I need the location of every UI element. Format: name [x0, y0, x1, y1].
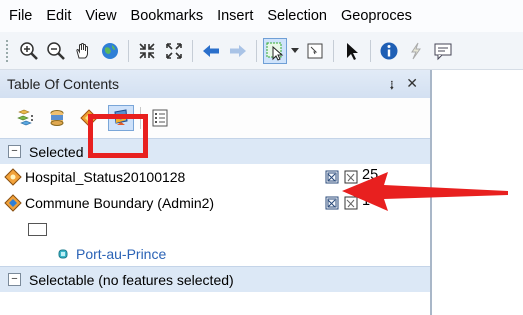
hyperlink-icon[interactable]	[404, 38, 428, 64]
layer-name: Hospital_Status20100128	[25, 169, 186, 185]
menu-edit[interactable]: Edit	[39, 8, 78, 24]
point-symbol-icon	[58, 249, 68, 259]
clear-selection-icon[interactable]	[303, 38, 327, 64]
toolbar-separator	[333, 39, 334, 62]
toc-title-bar: Table Of Contents ⭭ ✕	[0, 70, 430, 98]
fixed-zoom-out-icon[interactable]	[162, 38, 186, 64]
toolbar-separator	[128, 39, 129, 62]
point-layer-icon	[4, 168, 22, 186]
polygon-symbol-swatch[interactable]	[28, 223, 47, 236]
menu-insert[interactable]: Insert	[210, 8, 260, 24]
menu-view[interactable]: View	[78, 8, 123, 24]
pin-icon[interactable]: ⭭	[389, 75, 394, 99]
toolbar-separator	[192, 39, 193, 62]
group-selectable[interactable]: − Selectable (no features selected)	[0, 266, 430, 292]
list-by-drawing-order-icon[interactable]	[12, 105, 38, 131]
selectable-toggle-icon[interactable]	[325, 196, 339, 210]
polygon-layer-icon	[4, 194, 22, 212]
selectable-toggle-icon[interactable]	[325, 170, 339, 184]
menu-bar: File Edit View Bookmarks Insert Selectio…	[0, 0, 523, 32]
collapse-icon[interactable]: −	[8, 273, 21, 286]
legend-row	[0, 216, 430, 242]
collapse-icon[interactable]: −	[8, 145, 21, 158]
toc-title: Table Of Contents	[7, 76, 120, 92]
menu-bookmarks[interactable]: Bookmarks	[124, 8, 211, 24]
options-icon[interactable]	[147, 105, 173, 131]
html-popup-icon[interactable]	[431, 38, 455, 64]
sublayer-row[interactable]: Port-au-Prince	[0, 242, 430, 266]
fixed-zoom-in-icon[interactable]	[135, 38, 159, 64]
menu-selection[interactable]: Selection	[260, 8, 334, 24]
zoom-out-icon[interactable]	[44, 38, 68, 64]
close-icon[interactable]: ✕	[406, 75, 418, 99]
back-arrow-icon[interactable]	[199, 38, 223, 64]
toolbar-separator	[256, 39, 257, 62]
globe-full-extent-icon[interactable]	[98, 38, 122, 64]
group-label: Selected	[29, 143, 84, 160]
red-arrow-annotation	[342, 172, 508, 211]
zoom-in-icon[interactable]	[17, 38, 41, 64]
pan-hand-icon[interactable]	[71, 38, 95, 64]
chevron-down-icon[interactable]	[290, 38, 300, 64]
toc-toolbar	[0, 98, 430, 138]
menu-file[interactable]: File	[0, 8, 39, 24]
group-selected[interactable]: − Selected	[0, 138, 430, 164]
list-by-source-icon[interactable]	[44, 105, 70, 131]
menu-geoprocessing[interactable]: Geoproces	[334, 8, 419, 24]
sublayer-label: Port-au-Prince	[76, 246, 167, 262]
tools-toolbar	[0, 32, 523, 70]
forward-arrow-icon[interactable]	[226, 38, 250, 64]
select-features-icon[interactable]	[263, 37, 287, 64]
layer-name: Commune Boundary (Admin2)	[25, 195, 215, 211]
highlight-annotation	[88, 114, 148, 158]
group-label: Selectable (no features selected)	[29, 271, 234, 288]
identify-icon[interactable]	[377, 38, 401, 64]
select-elements-icon[interactable]	[340, 38, 364, 64]
toolbar-grip[interactable]	[6, 39, 10, 62]
toolbar-separator	[370, 39, 371, 62]
